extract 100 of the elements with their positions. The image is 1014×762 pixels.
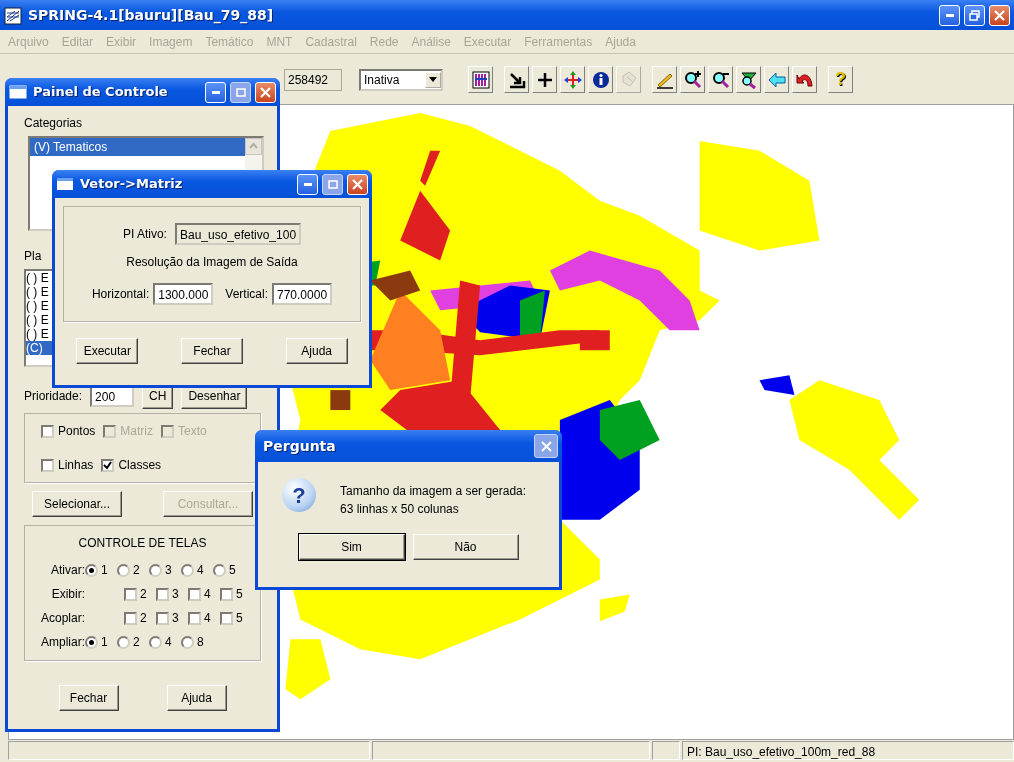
option-label: 2 xyxy=(140,586,147,603)
restore-button[interactable] xyxy=(964,4,985,26)
tool-button[interactable] xyxy=(652,66,677,93)
minimize-icon xyxy=(945,13,954,17)
app-icon xyxy=(4,6,22,25)
checkbox[interactable] xyxy=(156,587,169,601)
maximize-button[interactable] xyxy=(230,81,251,103)
tool-button[interactable] xyxy=(680,66,705,93)
checkbox[interactable] xyxy=(101,458,115,472)
dialog-button[interactable]: Fechar xyxy=(181,338,243,364)
option-label: 4 xyxy=(204,610,211,627)
tool-button[interactable] xyxy=(468,66,493,93)
radio-button[interactable] xyxy=(181,635,194,649)
checkbox[interactable] xyxy=(41,424,54,438)
dropdown-arrow-icon xyxy=(429,77,437,82)
tool-button[interactable] xyxy=(588,66,613,93)
checkbox[interactable] xyxy=(41,458,54,472)
radio-button[interactable] xyxy=(85,563,98,577)
minimize-button[interactable] xyxy=(939,4,960,26)
checkbox-label: Classes xyxy=(118,457,162,474)
check-icon xyxy=(103,460,113,470)
zoom-in-icon xyxy=(682,69,703,90)
row-label: Exibir: xyxy=(50,586,85,603)
option-label: 2 xyxy=(140,610,147,627)
list-label: Categorias xyxy=(24,115,84,132)
dialog-button[interactable]: Sim xyxy=(298,534,405,560)
radio-button[interactable] xyxy=(117,635,130,649)
status-text: PI: Bau_uso_efetivo_100m_red_88 xyxy=(682,741,1014,760)
option-label: 4 xyxy=(165,634,172,651)
checkbox[interactable] xyxy=(220,587,233,601)
radio-button[interactable] xyxy=(85,635,98,649)
minimize-button[interactable] xyxy=(205,81,226,103)
move-icon xyxy=(562,69,583,90)
minimize-button[interactable] xyxy=(297,173,318,195)
active-pi-field: Bau_uso_efetivo_100 xyxy=(174,223,302,245)
window-title: SPRING-4.1[bauru][Bau_79_88] xyxy=(28,5,275,26)
radio-button[interactable] xyxy=(149,635,162,649)
panel-button[interactable]: Fechar xyxy=(58,685,119,711)
option-label: 5 xyxy=(236,586,243,603)
window-title: Vetor->Matriz xyxy=(80,175,184,194)
window-icon xyxy=(56,177,74,191)
tool-button[interactable] xyxy=(792,66,817,93)
checkbox[interactable] xyxy=(188,587,201,601)
maximize-button[interactable] xyxy=(322,173,343,195)
option-label: 1 xyxy=(101,634,108,651)
panel-button[interactable]: Selecionar... xyxy=(32,491,122,517)
radio-button[interactable] xyxy=(213,563,226,577)
dialog-message: Tamanho da imagem a ser gerada: 63 linhas x 50 colunas xyxy=(340,483,527,518)
vertical-field[interactable]: 770.0000 xyxy=(272,283,333,305)
tool-button[interactable] xyxy=(708,66,733,93)
minimize-icon xyxy=(303,182,312,186)
zoom-area-icon xyxy=(738,69,759,90)
tool-button[interactable] xyxy=(736,66,761,93)
horizontal-field[interactable]: 1300.000 xyxy=(153,283,214,305)
tool-button[interactable] xyxy=(504,66,529,93)
group-title: CONTROLE DE TELAS xyxy=(77,535,208,552)
checkbox-label: Matriz xyxy=(120,423,154,440)
window-title: Painel de Controle xyxy=(33,83,169,102)
field-label: Horizontal: xyxy=(91,286,150,303)
option-label: 8 xyxy=(197,634,204,651)
dialog-button[interactable]: Ajuda xyxy=(285,338,348,364)
close-icon xyxy=(994,9,1005,21)
tool-button[interactable] xyxy=(532,66,557,93)
checkbox-label: Texto xyxy=(178,423,207,440)
radio-button[interactable] xyxy=(149,563,162,577)
checkbox-label: Pontos xyxy=(58,423,96,440)
close-icon xyxy=(352,178,363,190)
radio-button[interactable] xyxy=(117,563,130,577)
dialog-button[interactable]: Não xyxy=(412,534,519,560)
checkbox[interactable] xyxy=(124,587,137,601)
tool-button[interactable] xyxy=(560,66,585,93)
option-label: 5 xyxy=(229,562,236,579)
checkbox[interactable] xyxy=(156,611,169,625)
row-label: Acoplar: xyxy=(39,610,85,627)
mode-dropdown[interactable]: Inativa xyxy=(359,68,443,91)
panel-button[interactable]: Ajuda xyxy=(166,685,227,711)
row-label: Ampliar: xyxy=(40,634,85,651)
section-title: Resolução da Imagem de Saída xyxy=(126,254,298,271)
checkbox[interactable] xyxy=(124,611,137,625)
restore-icon xyxy=(969,9,980,21)
row-label: Ativar: xyxy=(50,562,85,579)
option-label: 3 xyxy=(165,562,172,579)
maximize-icon xyxy=(327,179,338,189)
checkbox[interactable] xyxy=(188,611,201,625)
close-icon xyxy=(260,86,271,98)
list-label: Pla xyxy=(24,249,42,263)
radio-button[interactable] xyxy=(181,563,194,577)
option-label: 2 xyxy=(133,634,140,651)
maximize-icon xyxy=(235,87,246,97)
option-label: 5 xyxy=(236,610,243,627)
window-icon xyxy=(9,85,27,99)
dialog-button[interactable]: Executar xyxy=(76,338,139,364)
option-label: 2 xyxy=(133,562,140,579)
close-button[interactable] xyxy=(534,434,558,458)
checkbox[interactable] xyxy=(220,611,233,625)
field-label: Vertical: xyxy=(225,286,268,303)
list-item[interactable]: (V) Tematicos xyxy=(30,138,245,156)
minimize-icon xyxy=(211,90,220,94)
priority-label: Prioridade: xyxy=(24,388,83,405)
option-label: 4 xyxy=(197,562,204,579)
